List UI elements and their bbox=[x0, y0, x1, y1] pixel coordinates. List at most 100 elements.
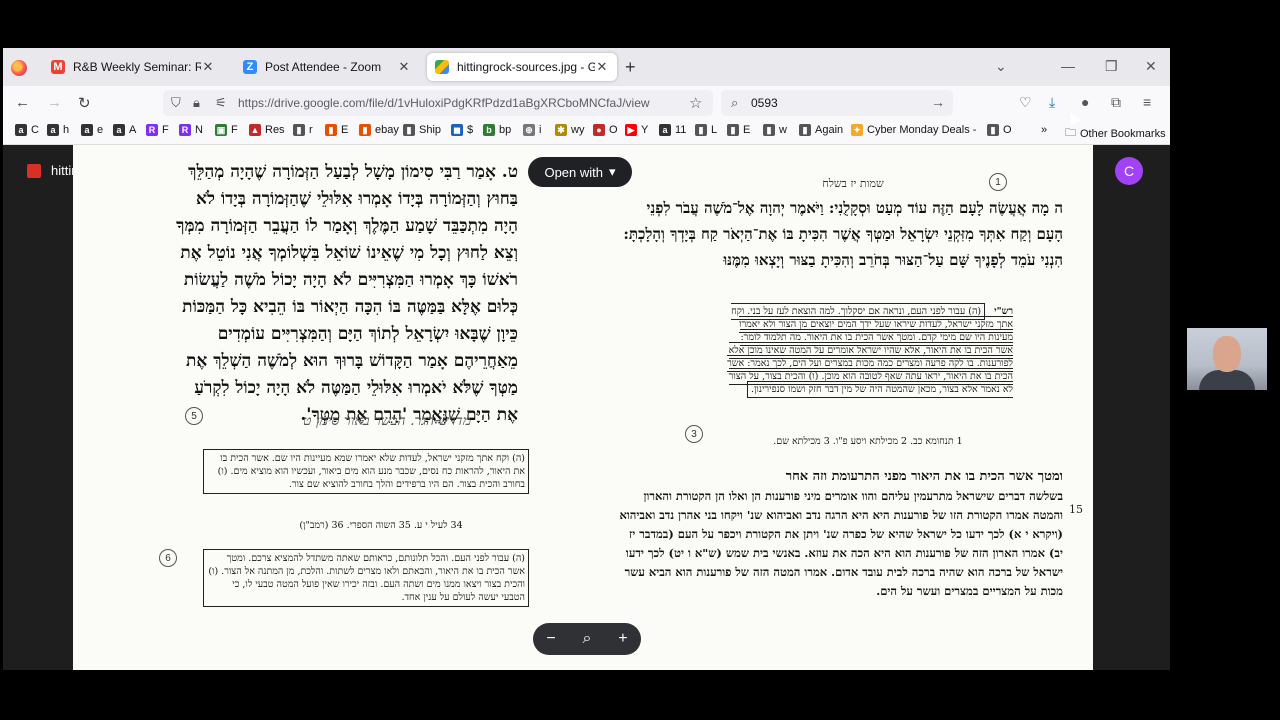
url-bar[interactable]: ⛉ 🔒︎ ⚟ https://drive.google.com/file/d/1… bbox=[163, 90, 713, 116]
page-header: שמות יז בשלח bbox=[822, 177, 884, 190]
viewer-file-title: hittingrock-sources.jpg bbox=[51, 163, 75, 178]
bookmarks-toolbar: aC ah ae aA RF RN ▣ F ▲ Res ▮ r ▮ E ▮ ebay ▮ S… bbox=[3, 120, 1170, 145]
bookmark-item[interactable]: ae bbox=[81, 124, 103, 136]
go-arrow-icon[interactable]: → bbox=[931, 94, 945, 110]
rashi-text: (ה) עבור לפני העם, ונראה אם יסקלוך. למה … bbox=[727, 303, 1013, 398]
section-number: 1 bbox=[989, 173, 1007, 191]
zoom-icon: Z bbox=[243, 60, 257, 74]
webcam-video-thumbnail[interactable] bbox=[1187, 328, 1267, 390]
bookmark-favicon-icon: R bbox=[146, 124, 158, 136]
restore-icon[interactable]: ❐ bbox=[1105, 58, 1118, 75]
close-icon[interactable]: ✕ bbox=[201, 59, 215, 75]
zoom-in-button[interactable]: + bbox=[618, 630, 627, 648]
bookmark-item[interactable]: ▶ Y bbox=[625, 124, 648, 136]
more-bookmarks-icon[interactable]: » bbox=[1041, 124, 1047, 136]
downloads-icon[interactable]: ⤓ bbox=[1049, 94, 1055, 111]
section-number: 5 bbox=[185, 407, 203, 425]
bookmark-item[interactable]: ▮ Ship bbox=[403, 124, 441, 136]
permissions-icon[interactable]: ⚟ bbox=[215, 95, 227, 111]
bookmark-item[interactable]: ▮ w bbox=[763, 124, 787, 136]
midrash-paragraph: ט. אָמַר רַבִּי סִימוֹן מָשָׁל לְבַעַל ה… bbox=[176, 162, 518, 425]
shield-icon[interactable]: ⛉ bbox=[171, 95, 181, 111]
bookmark-item[interactable]: ah bbox=[47, 124, 69, 136]
navigation-toolbar: ← → ↻ ⛉ 🔒︎ ⚟ https://drive.google.com/fi… bbox=[3, 86, 1170, 120]
commentary-text: (ה) וקח אתך מזקני ישראל, לעדות שלא יאמרו… bbox=[203, 449, 529, 494]
bookmark-star-icon[interactable]: ☆ bbox=[689, 94, 702, 112]
browser-window: M R&B Weekly Seminar: R&B Tora ✕ Z Post … bbox=[3, 48, 1170, 670]
section-number: 3 bbox=[685, 425, 703, 443]
reload-icon[interactable]: ↻ bbox=[78, 94, 91, 112]
bookmark-favicon-icon: ⊕ bbox=[523, 124, 535, 136]
extensions-icon[interactable]: ⧉ bbox=[1111, 94, 1121, 111]
caret-down-icon: ▾ bbox=[609, 164, 616, 179]
document-image[interactable]: ט. אָמַר רַבִּי סִימוֹן מָשָׁל לְבַעַל ה… bbox=[73, 145, 1093, 670]
minimize-icon[interactable]: — bbox=[1061, 58, 1075, 74]
tab-zoom[interactable]: Z Post Attendee - Zoom ✕ bbox=[235, 53, 419, 81]
drive-icon bbox=[435, 60, 449, 74]
close-window-icon[interactable]: ✕ bbox=[1145, 58, 1157, 75]
tab-strip: M R&B Weekly Seminar: R&B Tora ✕ Z Post … bbox=[3, 48, 1170, 86]
bookmark-favicon-icon: ▮ bbox=[403, 124, 415, 136]
back-icon[interactable]: ← bbox=[15, 94, 30, 111]
url-text[interactable]: https://drive.google.com/file/d/1vHuloxi… bbox=[238, 96, 650, 110]
menu-icon[interactable]: ≡ bbox=[1143, 94, 1151, 110]
bookmark-favicon-icon: ▮ bbox=[325, 124, 337, 136]
bookmark-item[interactable]: RN bbox=[179, 124, 203, 136]
bookmark-item[interactable]: ✦ Cyber Monday Deals - bbox=[851, 124, 976, 136]
gmail-icon: M bbox=[51, 60, 65, 74]
bookmark-favicon-icon: ▮ bbox=[695, 124, 707, 136]
bookmark-item[interactable]: RF bbox=[146, 124, 169, 136]
bookmark-favicon-icon: ▮ bbox=[987, 124, 999, 136]
bookmark-favicon-icon: a bbox=[113, 124, 125, 136]
account-icon[interactable]: ● bbox=[1081, 94, 1089, 110]
bookmark-item[interactable]: aA bbox=[113, 124, 136, 136]
zoom-out-button[interactable]: − bbox=[546, 630, 555, 648]
bookmark-favicon-icon: ▮ bbox=[359, 124, 371, 136]
bookmark-item[interactable]: ▮ L bbox=[695, 124, 717, 136]
bookmark-item[interactable]: ✱ wy bbox=[555, 124, 584, 136]
bookmark-item[interactable]: ▮ E bbox=[727, 124, 750, 136]
search-icon: ⌕ bbox=[731, 95, 739, 110]
tab-rb-seminar[interactable]: M R&B Weekly Seminar: R&B Tora ✕ bbox=[43, 53, 223, 81]
bookmark-item[interactable]: b bp bbox=[483, 124, 511, 136]
bookmark-item[interactable]: ▮ r bbox=[293, 124, 313, 136]
close-icon[interactable]: ✕ bbox=[595, 59, 609, 75]
firefox-icon[interactable] bbox=[11, 60, 27, 76]
other-bookmarks[interactable]: 🗀︎ Other Bookmarks bbox=[1065, 124, 1166, 143]
list-all-tabs-icon[interactable]: ⌄ bbox=[995, 58, 1007, 75]
bookmark-item[interactable]: ▣ F bbox=[215, 124, 238, 136]
search-bar[interactable]: ⌕ 0593 → bbox=[721, 90, 953, 116]
account-avatar[interactable]: C bbox=[1115, 157, 1143, 185]
forward-icon[interactable]: → bbox=[47, 94, 62, 111]
bookmark-favicon-icon: ▮ bbox=[727, 124, 739, 136]
zoom-reset-icon[interactable]: ⌕ bbox=[583, 630, 592, 648]
commentary-block-2: (ה) עבור לפני העם. והכל תלונותם, כראותם … bbox=[203, 549, 529, 607]
bookmark-favicon-icon: ▣ bbox=[215, 124, 227, 136]
new-tab-icon[interactable]: + bbox=[625, 57, 636, 78]
bookmark-item[interactable]: ⊕ i bbox=[523, 124, 541, 136]
search-input[interactable]: 0593 bbox=[751, 96, 778, 110]
bookmark-favicon-icon: ▮ bbox=[799, 124, 811, 136]
zoom-controls: − ⌕ + bbox=[533, 623, 641, 655]
handwritten-title: מדרש הגר. הבשר באור סימן ט bbox=[302, 413, 471, 429]
pocket-icon[interactable]: ♡ bbox=[1019, 94, 1032, 111]
bookmark-item[interactable]: ● O bbox=[593, 124, 618, 136]
open-with-button[interactable]: Open with ▾ bbox=[528, 157, 632, 187]
tab-hittingrock[interactable]: hittingrock-sources.jpg - Goog ✕ bbox=[427, 53, 617, 81]
bookmark-item[interactable]: ▮ O bbox=[987, 124, 1012, 136]
rashi-commentary: רש"י (ה) עבור לפני העם, ונראה אם יסקלוך.… bbox=[723, 303, 1013, 398]
commentary-block-1: (ה) וקח אתך מזקני ישראל, לעדות שלא יאמרו… bbox=[203, 449, 529, 494]
footnote: 34 לעיל י ע. 35 השוה הספרי. 36 (רמב"ן) bbox=[299, 520, 463, 531]
bookmark-item[interactable]: aC bbox=[15, 124, 39, 136]
bookmark-item[interactable]: ▮ Again bbox=[799, 124, 843, 136]
bookmark-item[interactable]: a 11 bbox=[659, 124, 686, 136]
bookmark-favicon-icon: a bbox=[81, 124, 93, 136]
bookmark-item[interactable]: ▮ E bbox=[325, 124, 348, 136]
bookmark-item[interactable]: ◼ $ bbox=[451, 124, 473, 136]
person-face bbox=[1213, 336, 1241, 372]
bookmark-item[interactable]: ▲ Res bbox=[249, 124, 285, 136]
close-icon[interactable]: ✕ bbox=[397, 59, 411, 75]
lock-icon[interactable]: 🔒︎ bbox=[193, 95, 200, 111]
bookmark-item[interactable]: ▮ ebay bbox=[359, 124, 399, 136]
line-number: 15 bbox=[1069, 503, 1083, 516]
